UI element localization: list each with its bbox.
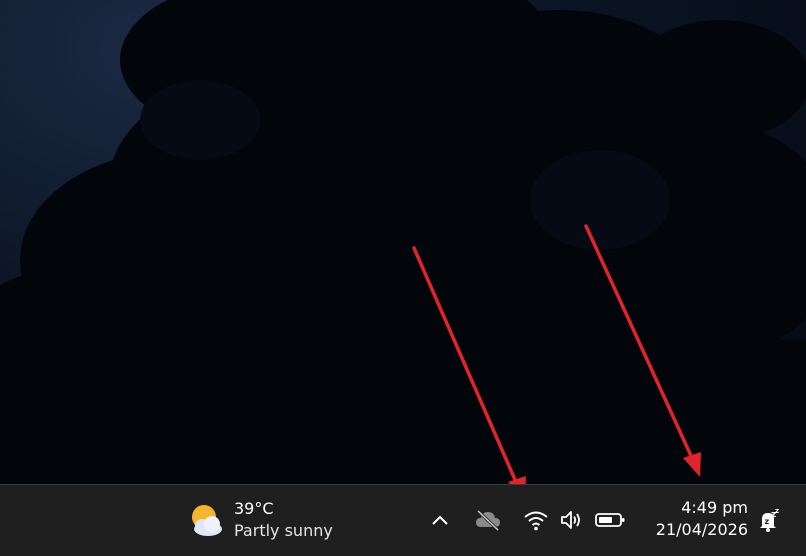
desktop-screen: 39°C Partly sunny 4:49 pm 21/04/2026 z z…	[0, 0, 806, 556]
system-clock[interactable]: 4:49 pm 21/04/2026	[640, 497, 748, 541]
taskbar: 39°C Partly sunny 4:49 pm 21/04/2026 z z…	[0, 484, 806, 556]
onedrive-tray-button[interactable]	[472, 505, 504, 535]
chevron-up-icon	[432, 515, 448, 525]
partly-sunny-icon	[192, 505, 222, 536]
notification-center-button[interactable]: z z z	[754, 505, 784, 535]
desktop-wallpaper	[0, 0, 806, 484]
svg-text:z: z	[775, 507, 779, 515]
battery-icon	[595, 513, 625, 527]
wifi-icon	[524, 511, 548, 531]
bell-do-not-disturb-icon: z z z	[760, 507, 779, 532]
battery-tray-button[interactable]	[592, 505, 628, 535]
speaker-icon	[561, 511, 580, 529]
cloud-offline-icon	[476, 509, 500, 531]
clock-date: 21/04/2026	[655, 520, 748, 539]
weather-condition: Partly sunny	[234, 521, 333, 540]
tree-silhouette	[0, 0, 806, 484]
weather-widget[interactable]: 39°C Partly sunny	[186, 495, 346, 545]
show-hidden-icons-button[interactable]	[426, 505, 454, 535]
volume-tray-button[interactable]	[556, 505, 588, 535]
weather-temperature: 39°C	[234, 499, 274, 518]
wifi-tray-button[interactable]	[520, 505, 552, 535]
svg-text:z: z	[765, 517, 770, 526]
clock-time: 4:49 pm	[681, 498, 748, 517]
